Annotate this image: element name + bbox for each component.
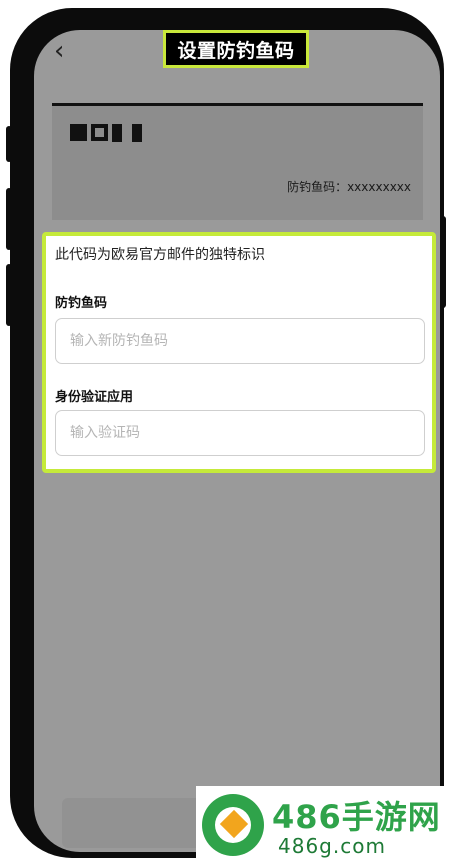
okx-banner: 防钓鱼码：xxxxxxxxx (52, 106, 423, 220)
logo-ring (91, 124, 108, 141)
logo-kx (112, 124, 142, 142)
back-button[interactable]: ‹ (54, 36, 64, 66)
okx-logo (70, 124, 142, 142)
chevron-left-icon: ‹ (54, 36, 65, 66)
phone-frame: ‹ 设置防钓鱼码 防钓鱼码：xxxxxxxxx 此代码为欧易官方邮件的独特标识 … (6, 8, 446, 858)
screen: ‹ 设置防钓鱼码 防钓鱼码：xxxxxxxxx 此代码为欧易官方邮件的独特标识 … (34, 30, 440, 852)
watermark-url: 486g.com (278, 834, 386, 858)
logo-block-o (70, 124, 87, 141)
page-title: 设置防钓鱼码 (177, 39, 295, 62)
watermark-logo-icon (202, 794, 264, 856)
banner-anti-phishing-code: 防钓鱼码：xxxxxxxxx (287, 180, 411, 194)
mute-switch (6, 126, 12, 162)
verification-code-input[interactable] (55, 410, 425, 456)
auth-app-label: 身份验证应用 (55, 390, 134, 405)
page-title-highlight: 设置防钓鱼码 (163, 30, 309, 68)
form-description: 此代码为欧易官方邮件的独特标识 (55, 247, 265, 263)
volume-down-button (6, 264, 12, 326)
power-button (440, 216, 446, 308)
anti-phishing-code-input[interactable] (55, 318, 425, 364)
code-label: 防钓鱼码 (55, 296, 108, 311)
watermark-title: 486手游网 (272, 798, 441, 836)
anti-phishing-form: 此代码为欧易官方邮件的独特标识 防钓鱼码 身份验证应用 (42, 232, 436, 473)
watermark: 486手游网 486g.com (196, 786, 456, 864)
volume-up-button (6, 188, 12, 250)
